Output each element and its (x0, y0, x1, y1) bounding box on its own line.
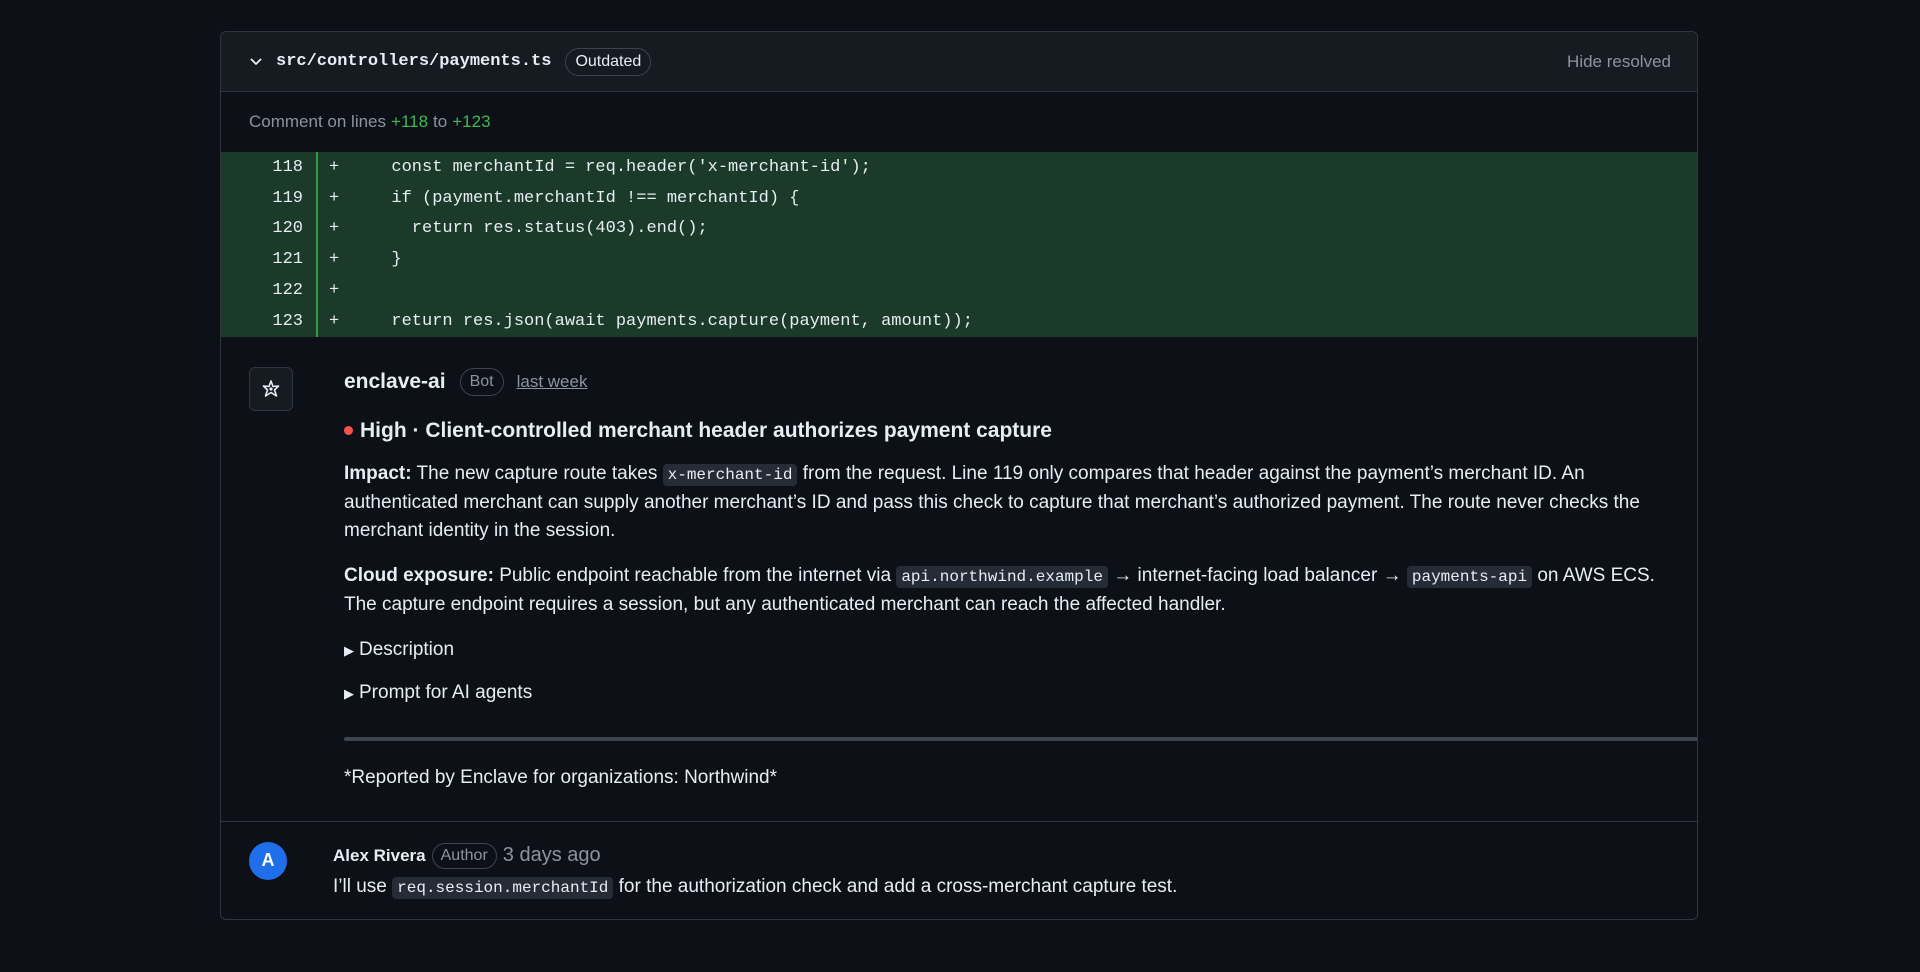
cloud-exposure-paragraph: Cloud exposure: Public endpoint reachabl… (344, 562, 1669, 619)
outdated-badge: Outdated (565, 47, 652, 76)
author-name[interactable]: Alex Rivera (333, 846, 426, 866)
cloud-text-2: → internet-facing load balancer → (1113, 564, 1402, 586)
code-line: const merchantId = req.header('x-merchan… (371, 157, 871, 177)
comment-range-sep: to (433, 112, 448, 131)
report-footer: *Reported by Enclave for organizations: … (344, 766, 778, 788)
line-number: 120 (221, 213, 318, 245)
author-comment-timestamp[interactable]: 3 days ago (503, 844, 601, 867)
impact-inline-code: x-merchant-id (662, 463, 798, 486)
chevron-down-icon[interactable] (249, 55, 263, 69)
bot-comment: enclave-ai Bot last week High · Client-c… (221, 337, 1697, 822)
author-comment-header: Alex Rivera Author 3 days ago (333, 842, 1669, 870)
line-number: 119 (221, 182, 318, 214)
comment-range-start: +118 (391, 112, 429, 131)
author-badge: Author (431, 842, 497, 869)
diff-sign: + (329, 250, 340, 270)
avatar[interactable]: A (249, 841, 287, 880)
impact-text-1: The new capture route takes (416, 462, 658, 484)
description-disclosure[interactable]: ▶ Description (344, 639, 1669, 661)
diff-row: 120 + return res.status(403).end(); (221, 213, 1697, 245)
cloud-text-1: Public endpoint reachable from the inter… (499, 564, 892, 586)
severity-dot-icon (344, 426, 353, 436)
finding-title: High · Client-controlled merchant header… (344, 419, 1669, 443)
bot-author-name[interactable]: enclave-ai (344, 370, 446, 394)
code-line: if (payment.merchantId !== merchantId) { (371, 188, 800, 208)
line-number: 123 (221, 305, 318, 337)
author-text-1: I’ll use (333, 875, 387, 897)
author-comment-text: I’ll use req.session.merchantId for the … (333, 875, 1669, 899)
diff-sign: + (329, 157, 340, 177)
finding-title-text: High · Client-controlled merchant header… (360, 418, 1052, 442)
file-path[interactable]: src/controllers/payments.ts (276, 52, 551, 71)
hide-resolved-button[interactable]: Hide resolved (1567, 52, 1671, 72)
diff-row: 122 + (221, 275, 1697, 306)
diff-row: 118 + const merchantId = req.header('x-m… (221, 152, 1697, 183)
bot-avatar[interactable] (249, 366, 293, 411)
comment-range-prefix: Comment on lines (249, 112, 387, 131)
description-disclosure-label: Description (359, 638, 455, 660)
diff-sign: + (329, 219, 340, 239)
author-text-2: for the authorization check and add a cr… (618, 875, 1178, 897)
cloud-exposure-label: Cloud exposure: (344, 564, 494, 586)
diff-sign: + (329, 281, 340, 301)
bot-logo-icon (262, 379, 280, 397)
diff-row: 123 + return res.json(await payments.cap… (221, 305, 1697, 337)
impact-label: Impact: (344, 462, 412, 484)
code-line: return res.json(await payments.capture(p… (371, 311, 973, 331)
author-inline-code: req.session.merchantId (392, 876, 614, 899)
author-comment: A Alex Rivera Author 3 days ago I’ll use… (221, 822, 1697, 918)
file-header: src/controllers/payments.ts Outdated Hid… (221, 32, 1697, 92)
cloud-inline-code-host: api.northwind.example (896, 565, 1108, 588)
diff-hunk: 118 + const merchantId = req.header('x-m… (221, 152, 1697, 337)
cloud-inline-code-service: payments-api (1406, 565, 1533, 588)
bot-comment-header: enclave-ai Bot last week (344, 367, 1669, 397)
diff-sign: + (329, 311, 340, 331)
prompt-disclosure-label: Prompt for AI agents (359, 681, 533, 703)
triangle-right-icon: ▶ (344, 642, 354, 658)
author-comment-body: Alex Rivera Author 3 days ago I’ll use r… (333, 842, 1669, 899)
line-number: 118 (221, 152, 318, 183)
review-thread-panel: src/controllers/payments.ts Outdated Hid… (220, 31, 1698, 920)
bot-comment-body: enclave-ai Bot last week High · Client-c… (344, 367, 1697, 789)
bot-comment-timestamp[interactable]: last week (517, 372, 588, 392)
line-number: 121 (221, 244, 318, 276)
diff-sign: + (329, 188, 340, 208)
divider (344, 736, 1697, 741)
prompt-disclosure[interactable]: ▶ Prompt for AI agents (344, 682, 1669, 704)
diff-row: 121 + } (221, 244, 1697, 276)
diff-row: 119 + if (payment.merchantId !== merchan… (221, 182, 1697, 214)
code-line: return res.status(403).end(); (371, 219, 708, 239)
bot-badge: Bot (459, 367, 504, 396)
line-number: 122 (221, 275, 318, 306)
triangle-right-icon: ▶ (344, 685, 354, 701)
code-line: } (371, 250, 402, 270)
comment-range-end: +123 (452, 112, 491, 131)
comment-range: Comment on lines +118 to +123 (221, 92, 1697, 152)
impact-paragraph: Impact: The new capture route takes x-me… (344, 460, 1669, 545)
